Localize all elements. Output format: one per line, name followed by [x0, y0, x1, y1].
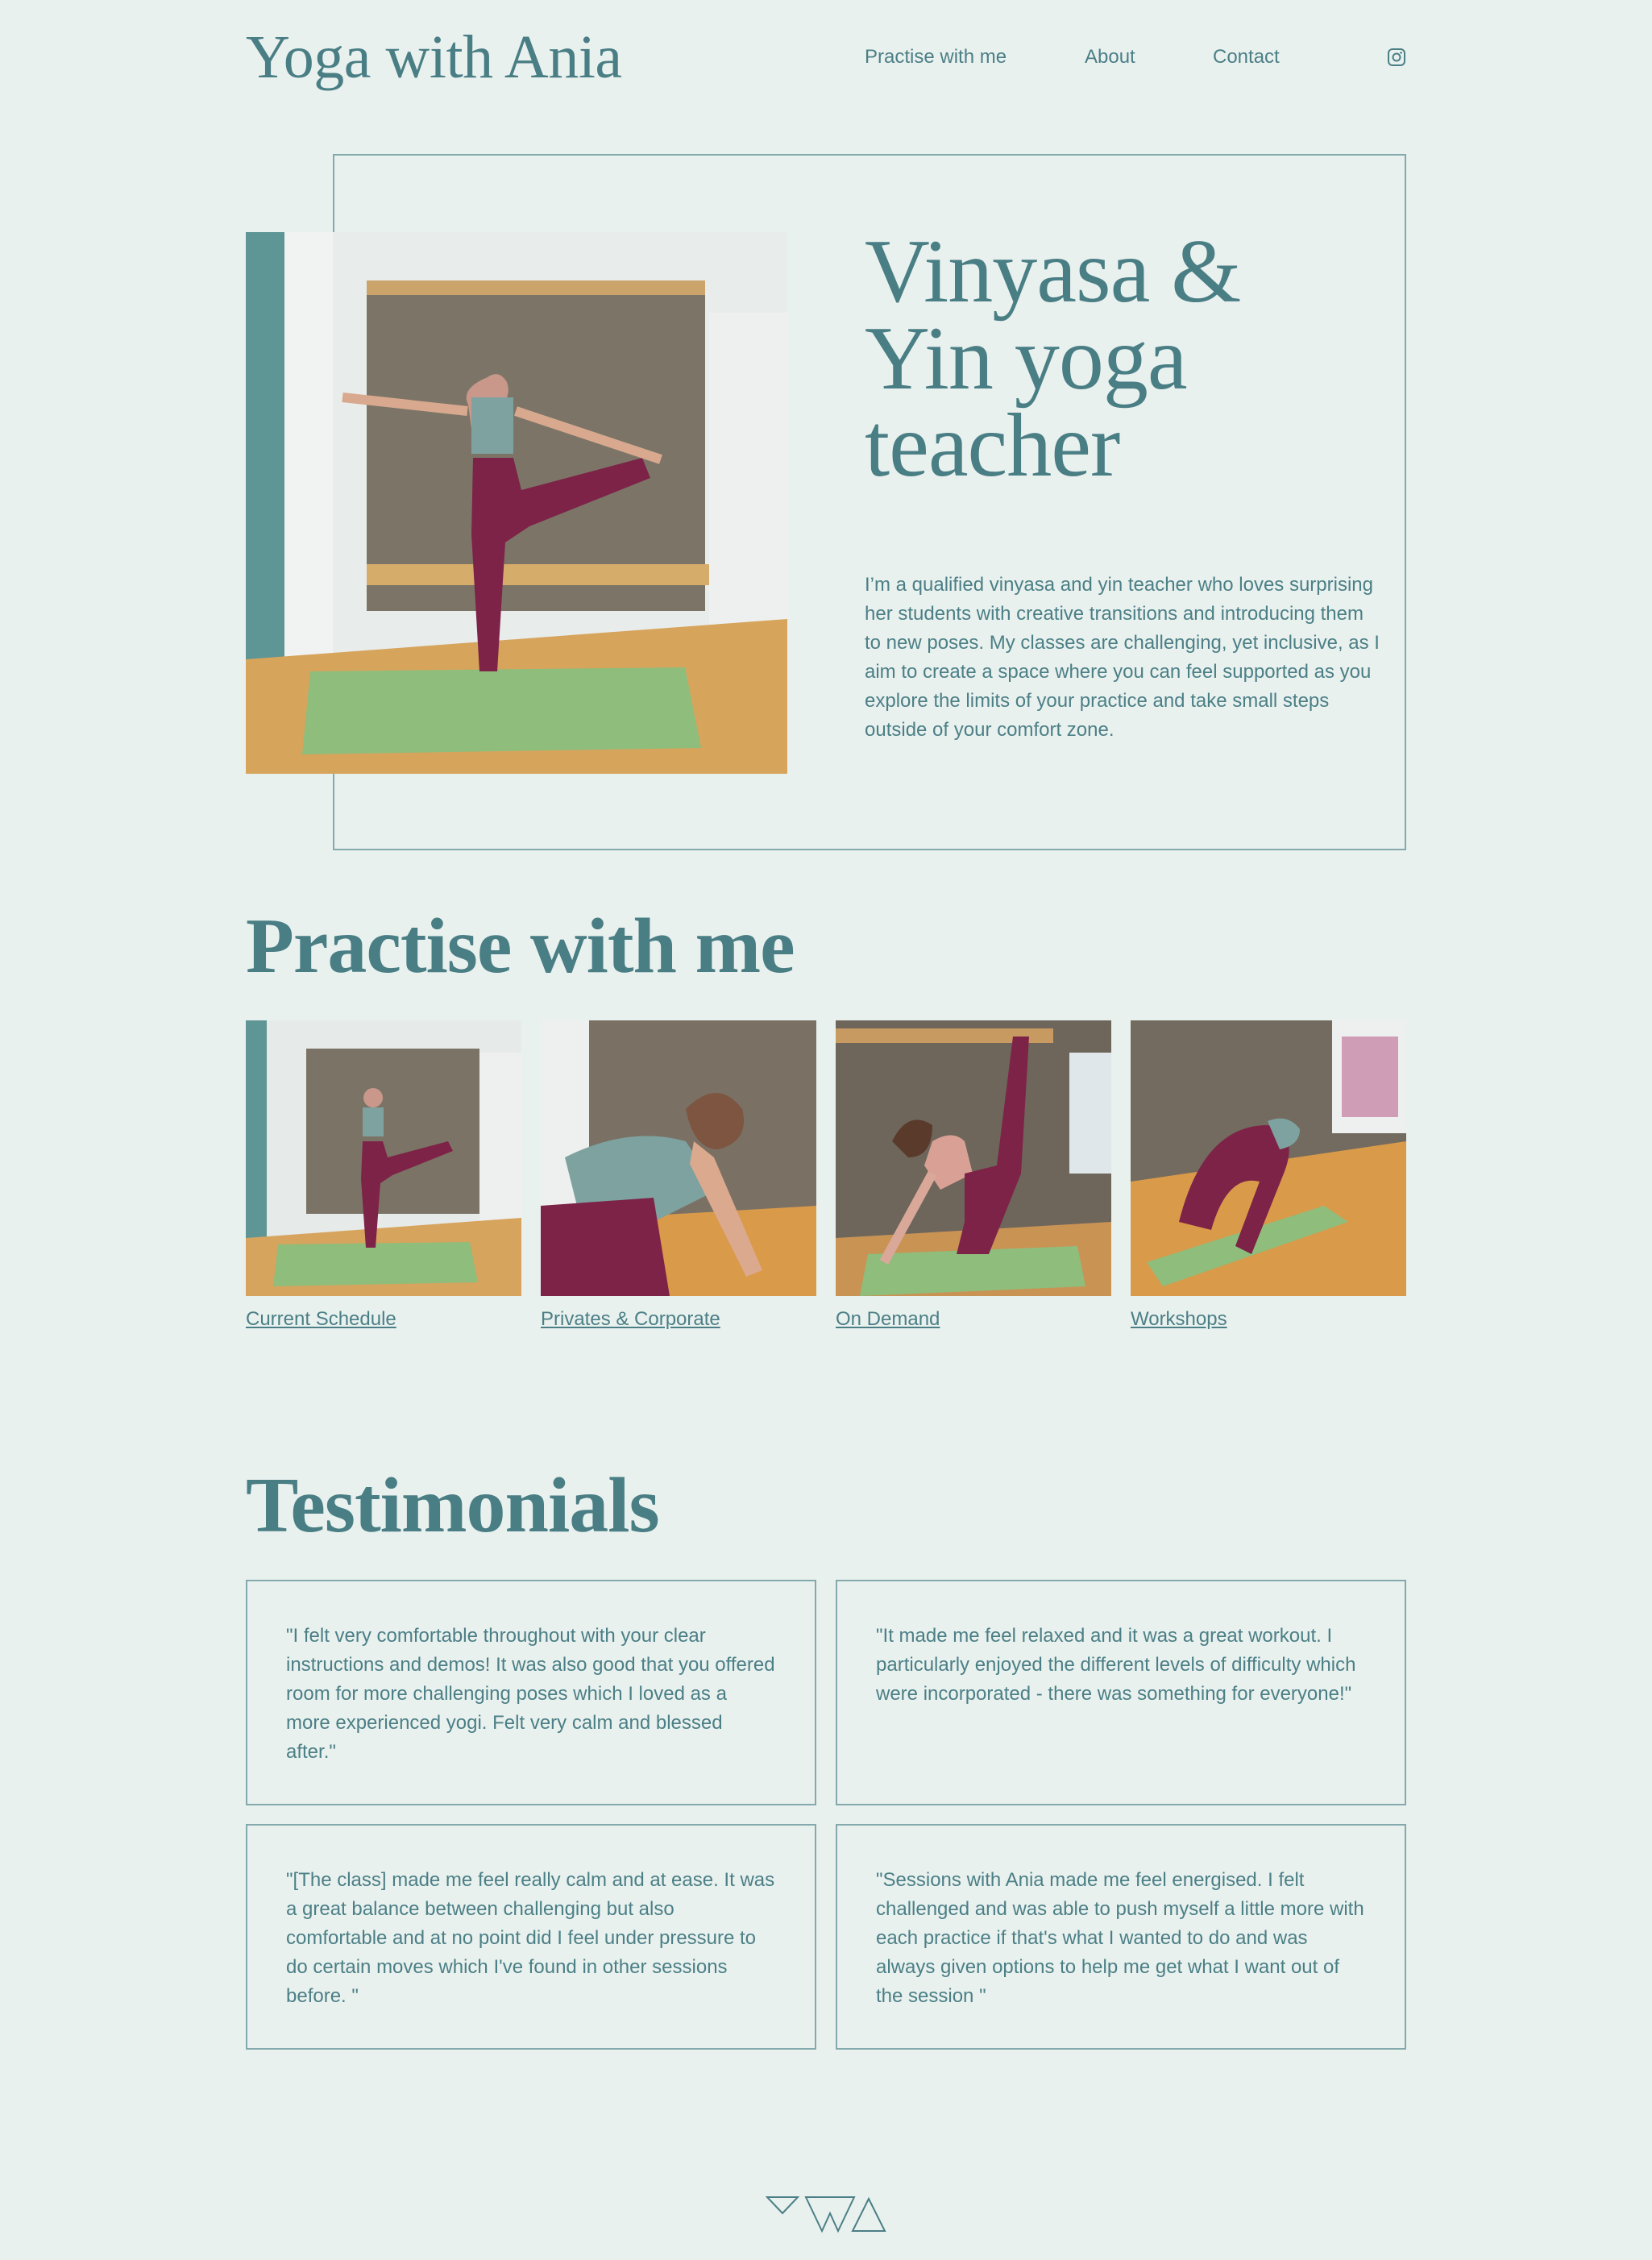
testimonial-text: "I felt very comfortable throughout with… [286, 1625, 775, 1763]
testimonials-heading: Testimonials [246, 1462, 660, 1549]
tile-workshops[interactable] [1131, 1020, 1406, 1296]
nav-about[interactable]: About [1085, 46, 1135, 69]
tile-on-demand[interactable] [836, 1020, 1111, 1296]
hero-photo [246, 232, 787, 774]
hero-paragraph: I’m a qualified vinyasa and yin teacher … [865, 574, 1380, 741]
testimonial-card: "Sessions with Ania made me feel energis… [836, 1824, 1406, 2050]
testimonial-text: "[The class] made me feel really calm an… [286, 1869, 775, 2007]
hero-title-line: teacher [865, 396, 1120, 496]
nav-practise[interactable]: Practise with me [865, 46, 1007, 69]
hero-title: Vinyasa & Yin yoga teacher [865, 222, 1241, 496]
link-on-demand[interactable]: On Demand [836, 1308, 940, 1331]
site-title[interactable]: Yoga with Ania [246, 23, 622, 93]
hero-title-line: Vinyasa & [865, 222, 1241, 322]
link-workshops[interactable]: Workshops [1131, 1308, 1227, 1331]
testimonial-text: "Sessions with Ania made me feel energis… [876, 1869, 1364, 2007]
link-privates-corporate[interactable]: Privates & Corporate [541, 1308, 720, 1331]
practise-heading: Practise with me [246, 903, 795, 990]
testimonial-card: "I felt very comfortable throughout with… [246, 1580, 816, 1805]
nav-contact[interactable]: Contact [1213, 46, 1280, 69]
tile-privates-corporate[interactable] [541, 1020, 816, 1296]
testimonial-card: "It made me feel relaxed and it was a gr… [836, 1580, 1406, 1805]
hero-title-line: Yin yoga [865, 309, 1188, 409]
tile-current-schedule[interactable] [246, 1020, 521, 1296]
testimonial-text: "It made me feel relaxed and it was a gr… [876, 1625, 1356, 1705]
instagram-icon[interactable] [1387, 48, 1406, 67]
link-current-schedule[interactable]: Current Schedule [246, 1308, 396, 1331]
triangles-logo-icon [766, 2192, 886, 2234]
testimonial-card: "[The class] made me feel really calm an… [246, 1824, 816, 2050]
